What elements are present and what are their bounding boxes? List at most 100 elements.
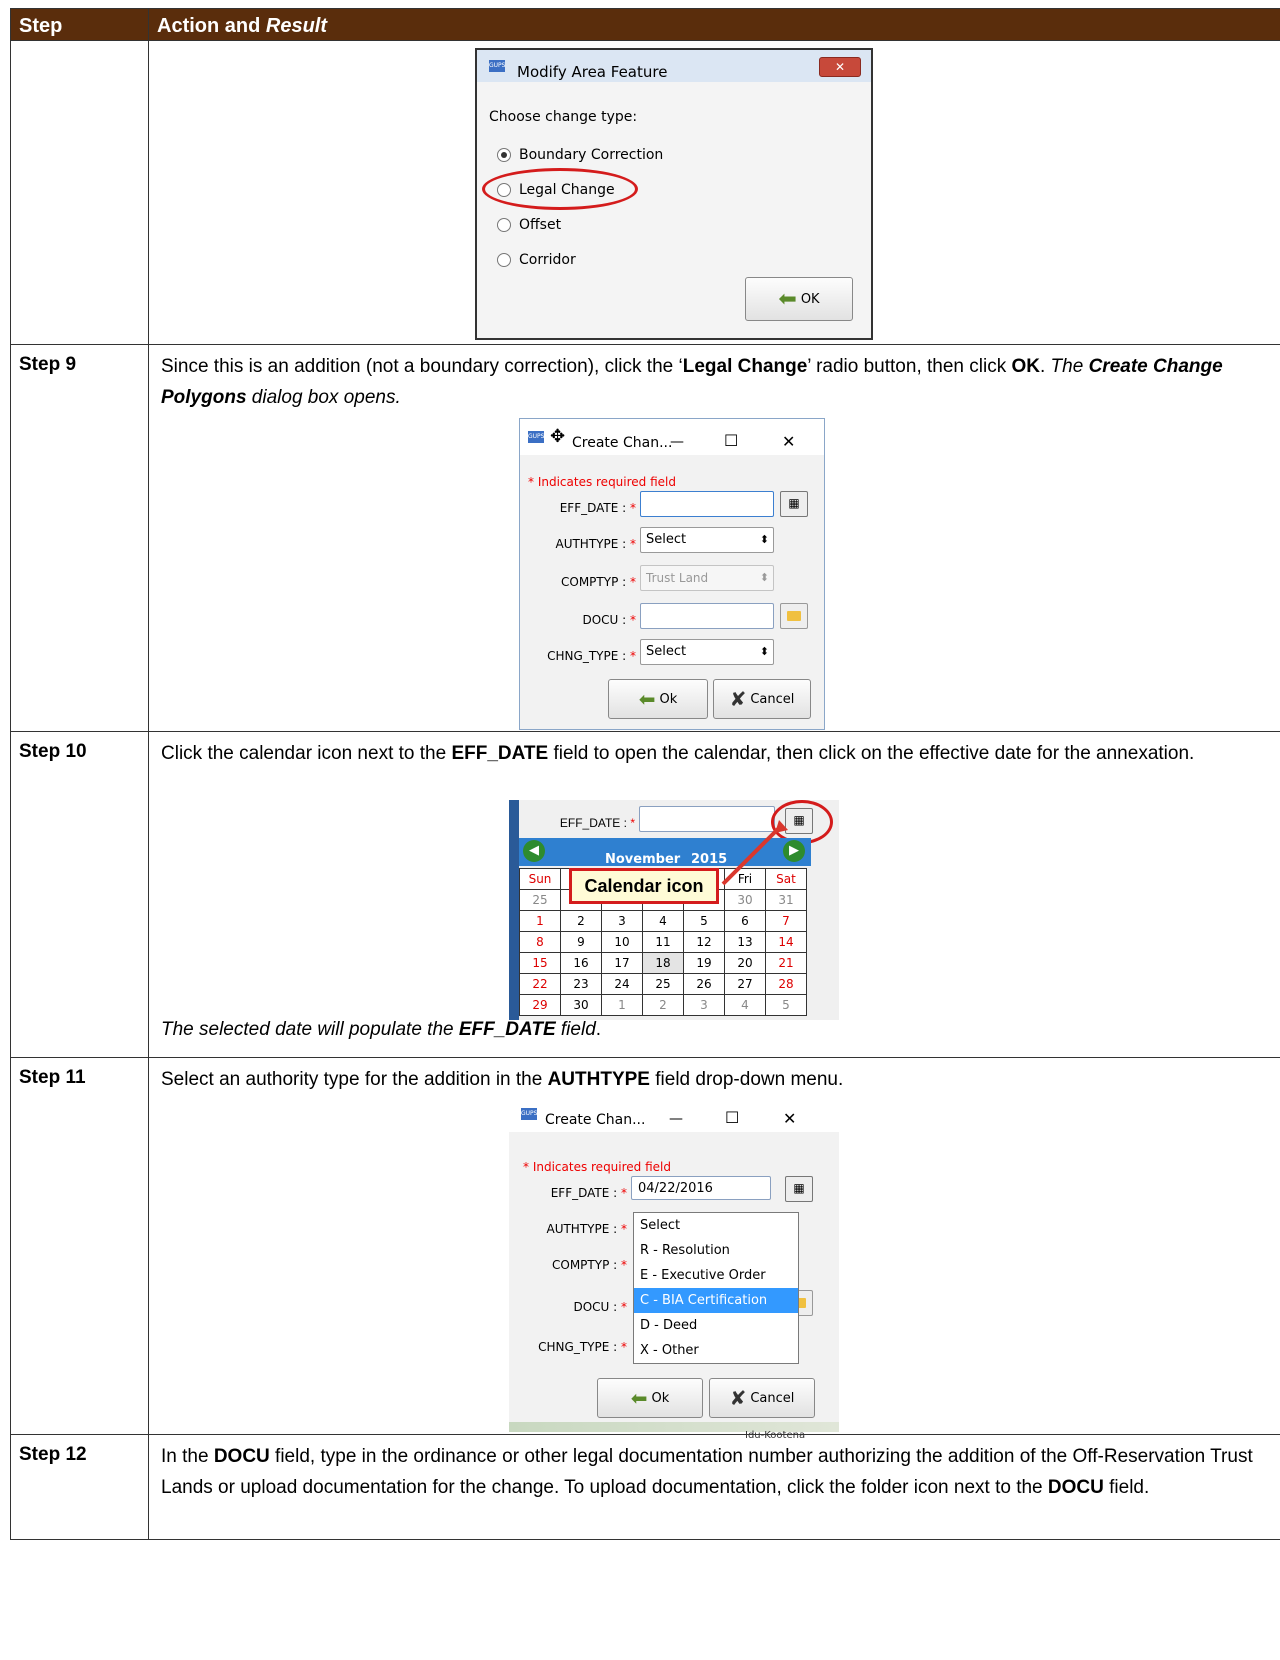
authtype-dropdown-list: Select R - Resolution E - Executive Orde… <box>633 1212 799 1364</box>
docu-label: DOCU : * <box>582 613 636 627</box>
comptyp-label: COMPTYP : * <box>561 575 636 589</box>
text-run: Legal Change <box>682 356 808 377</box>
change-type-prompt: Choose change type: <box>489 109 638 125</box>
text-run: AUTHTYPE <box>547 1069 650 1090</box>
text-run: In the <box>161 1446 214 1467</box>
header-step: Step <box>10 8 149 41</box>
modify-area-feature-dialog: GUPS Modify Area Feature ✕ Choose change… <box>475 48 873 340</box>
step-action-cell: Select an authority type for the additio… <box>148 1057 1280 1441</box>
ok-button[interactable]: ⬅ OK <box>745 277 853 321</box>
radio-selected-icon <box>497 148 511 162</box>
eff-date-input[interactable] <box>640 491 774 517</box>
app-icon: GUPS <box>489 60 505 72</box>
step-instruction: Since this is an addition (not a boundar… <box>161 351 1266 413</box>
dialog-title: Modify Area Feature <box>517 63 668 81</box>
docu-input[interactable] <box>640 603 774 629</box>
dialog-titlebar: GUPS ✥ Create Chan... — ☐ ✕ <box>520 419 824 455</box>
step-label: Step 12 <box>10 1434 149 1540</box>
cancel-button[interactable]: ✘ Cancel <box>709 1378 815 1418</box>
dropdown-option[interactable]: R - Resolution <box>634 1238 798 1263</box>
legal-change-highlight-ellipse <box>482 168 638 210</box>
ok-button[interactable]: ⬅ Ok <box>608 679 708 719</box>
text-run: The <box>1050 356 1089 377</box>
radio-boundary-correction[interactable]: Boundary Correction <box>497 140 663 171</box>
close-icon[interactable]: ✕ <box>819 57 861 77</box>
text-run: . <box>1039 356 1051 377</box>
step-action-cell: Click the calendar icon next to the EFF_… <box>148 731 1280 1058</box>
step-label: Step 10 <box>10 731 149 1058</box>
ok-arrow-icon: ⬅ <box>638 686 656 711</box>
dialog-title: Create Chan... <box>572 435 673 451</box>
eff-date-label: EFF_DATE : * <box>550 1186 627 1200</box>
text-run: The selected date will populate the <box>161 1019 459 1040</box>
text-run: . <box>595 1019 602 1040</box>
calendar-icon[interactable]: ▦ <box>785 1176 813 1202</box>
text-run: Since this is an addition (not a boundar… <box>161 356 683 377</box>
dropdown-option[interactable]: D - Deed <box>634 1313 798 1338</box>
close-icon[interactable]: ✕ <box>782 426 795 457</box>
text-run: DOCU <box>213 1446 270 1467</box>
move-cursor-icon: ✥ <box>550 426 566 447</box>
text-run: field drop-down menu. <box>649 1069 844 1090</box>
updown-arrows-icon: ⬍ <box>759 645 769 658</box>
create-change-polygons-dialog: GUPS ✥ Create Chan... — ☐ ✕ * Indicates … <box>519 418 825 730</box>
cancel-x-icon: ✘ <box>729 1385 747 1410</box>
dropdown-option[interactable]: Select <box>634 1213 798 1238</box>
text-run: Click the calendar icon next to the <box>161 743 452 764</box>
calendar-icon[interactable]: ▦ <box>780 491 808 517</box>
text-run: DOCU <box>1047 1477 1104 1498</box>
radio-corridor[interactable]: Corridor <box>497 245 576 276</box>
folder-icon[interactable] <box>780 603 808 629</box>
create-change-polygons-dialog-authtype: GUPS Create Chan... — ☐ ✕ * Indicates re… <box>509 1096 839 1441</box>
maximize-icon[interactable]: ☐ <box>724 425 738 456</box>
ok-arrow-icon: ⬅ <box>630 1385 648 1410</box>
authtype-select[interactable]: Select ⬍ <box>640 527 774 553</box>
text-run: field <box>555 1019 596 1040</box>
radio-offset[interactable]: Offset <box>497 210 561 241</box>
step-instruction: Click the calendar icon next to the EFF_… <box>161 738 1266 769</box>
eff-date-label: EFF_DATE : * <box>559 501 636 515</box>
comptyp-label: COMPTYP : * <box>552 1258 627 1272</box>
radio-icon <box>497 253 511 267</box>
updown-arrows-icon: ⬍ <box>759 571 769 584</box>
authtype-label: AUTHTYPE : * <box>546 1222 627 1236</box>
app-icon: GUPS <box>528 431 544 443</box>
chng-type-select[interactable]: Select ⬍ <box>640 639 774 665</box>
chng-type-label: CHNG_TYPE : * <box>538 1340 627 1354</box>
callout-arrow <box>721 820 788 886</box>
cancel-button[interactable]: ✘ Cancel <box>713 679 811 719</box>
ok-button[interactable]: ⬅ Ok <box>597 1378 703 1418</box>
eff-date-input[interactable]: 04/22/2016 <box>631 1176 771 1200</box>
step-result: The selected date will populate the EFF_… <box>161 1014 601 1045</box>
docu-label: DOCU : * <box>573 1300 627 1314</box>
text-run: field to open the calendar, then click o… <box>548 743 1195 764</box>
comptyp-select: Trust Land ⬍ <box>640 565 774 591</box>
minimize-icon[interactable]: — <box>670 427 684 458</box>
steps-table: Step Action and Result GUPS Modify Area … <box>10 8 1280 1540</box>
text-run: field. <box>1103 1477 1150 1498</box>
app-icon: GUPS <box>521 1108 537 1120</box>
radio-icon <box>497 218 511 232</box>
dropdown-option[interactable]: X - Other <box>634 1338 798 1363</box>
chng-type-label: CHNG_TYPE : * <box>547 649 636 663</box>
text-run: OK <box>1011 356 1040 377</box>
modify-dialog-cell: GUPS Modify Area Feature ✕ Choose change… <box>148 40 1280 345</box>
header-action: Action and Result <box>148 8 1280 41</box>
dropdown-option[interactable]: E - Executive Order <box>634 1263 798 1288</box>
text-run: ’ radio button, then click <box>807 356 1012 377</box>
step-label: Step 11 <box>10 1057 149 1435</box>
step-action-cell: In the DOCU field, type in the ordinance… <box>148 1434 1280 1540</box>
close-icon[interactable]: ✕ <box>783 1103 796 1134</box>
dropdown-option-highlighted[interactable]: C - BIA Certification <box>634 1288 798 1313</box>
ok-arrow-icon: ⬅ <box>778 286 797 312</box>
dialog-titlebar: GUPS Modify Area Feature ✕ <box>477 50 871 82</box>
map-strip: Idu-Kootena <box>509 1422 839 1441</box>
text-run: Select an authority type for the additio… <box>161 1069 548 1090</box>
text-run: EFF_DATE <box>458 1019 556 1040</box>
calendar-icon-callout: Calendar icon <box>569 868 719 904</box>
minimize-icon[interactable]: — <box>669 1104 683 1135</box>
maximize-icon[interactable]: ☐ <box>725 1102 739 1133</box>
authtype-label: AUTHTYPE : * <box>555 537 636 551</box>
cancel-x-icon: ✘ <box>729 686 747 711</box>
step-instruction: Select an authority type for the additio… <box>161 1064 1266 1095</box>
